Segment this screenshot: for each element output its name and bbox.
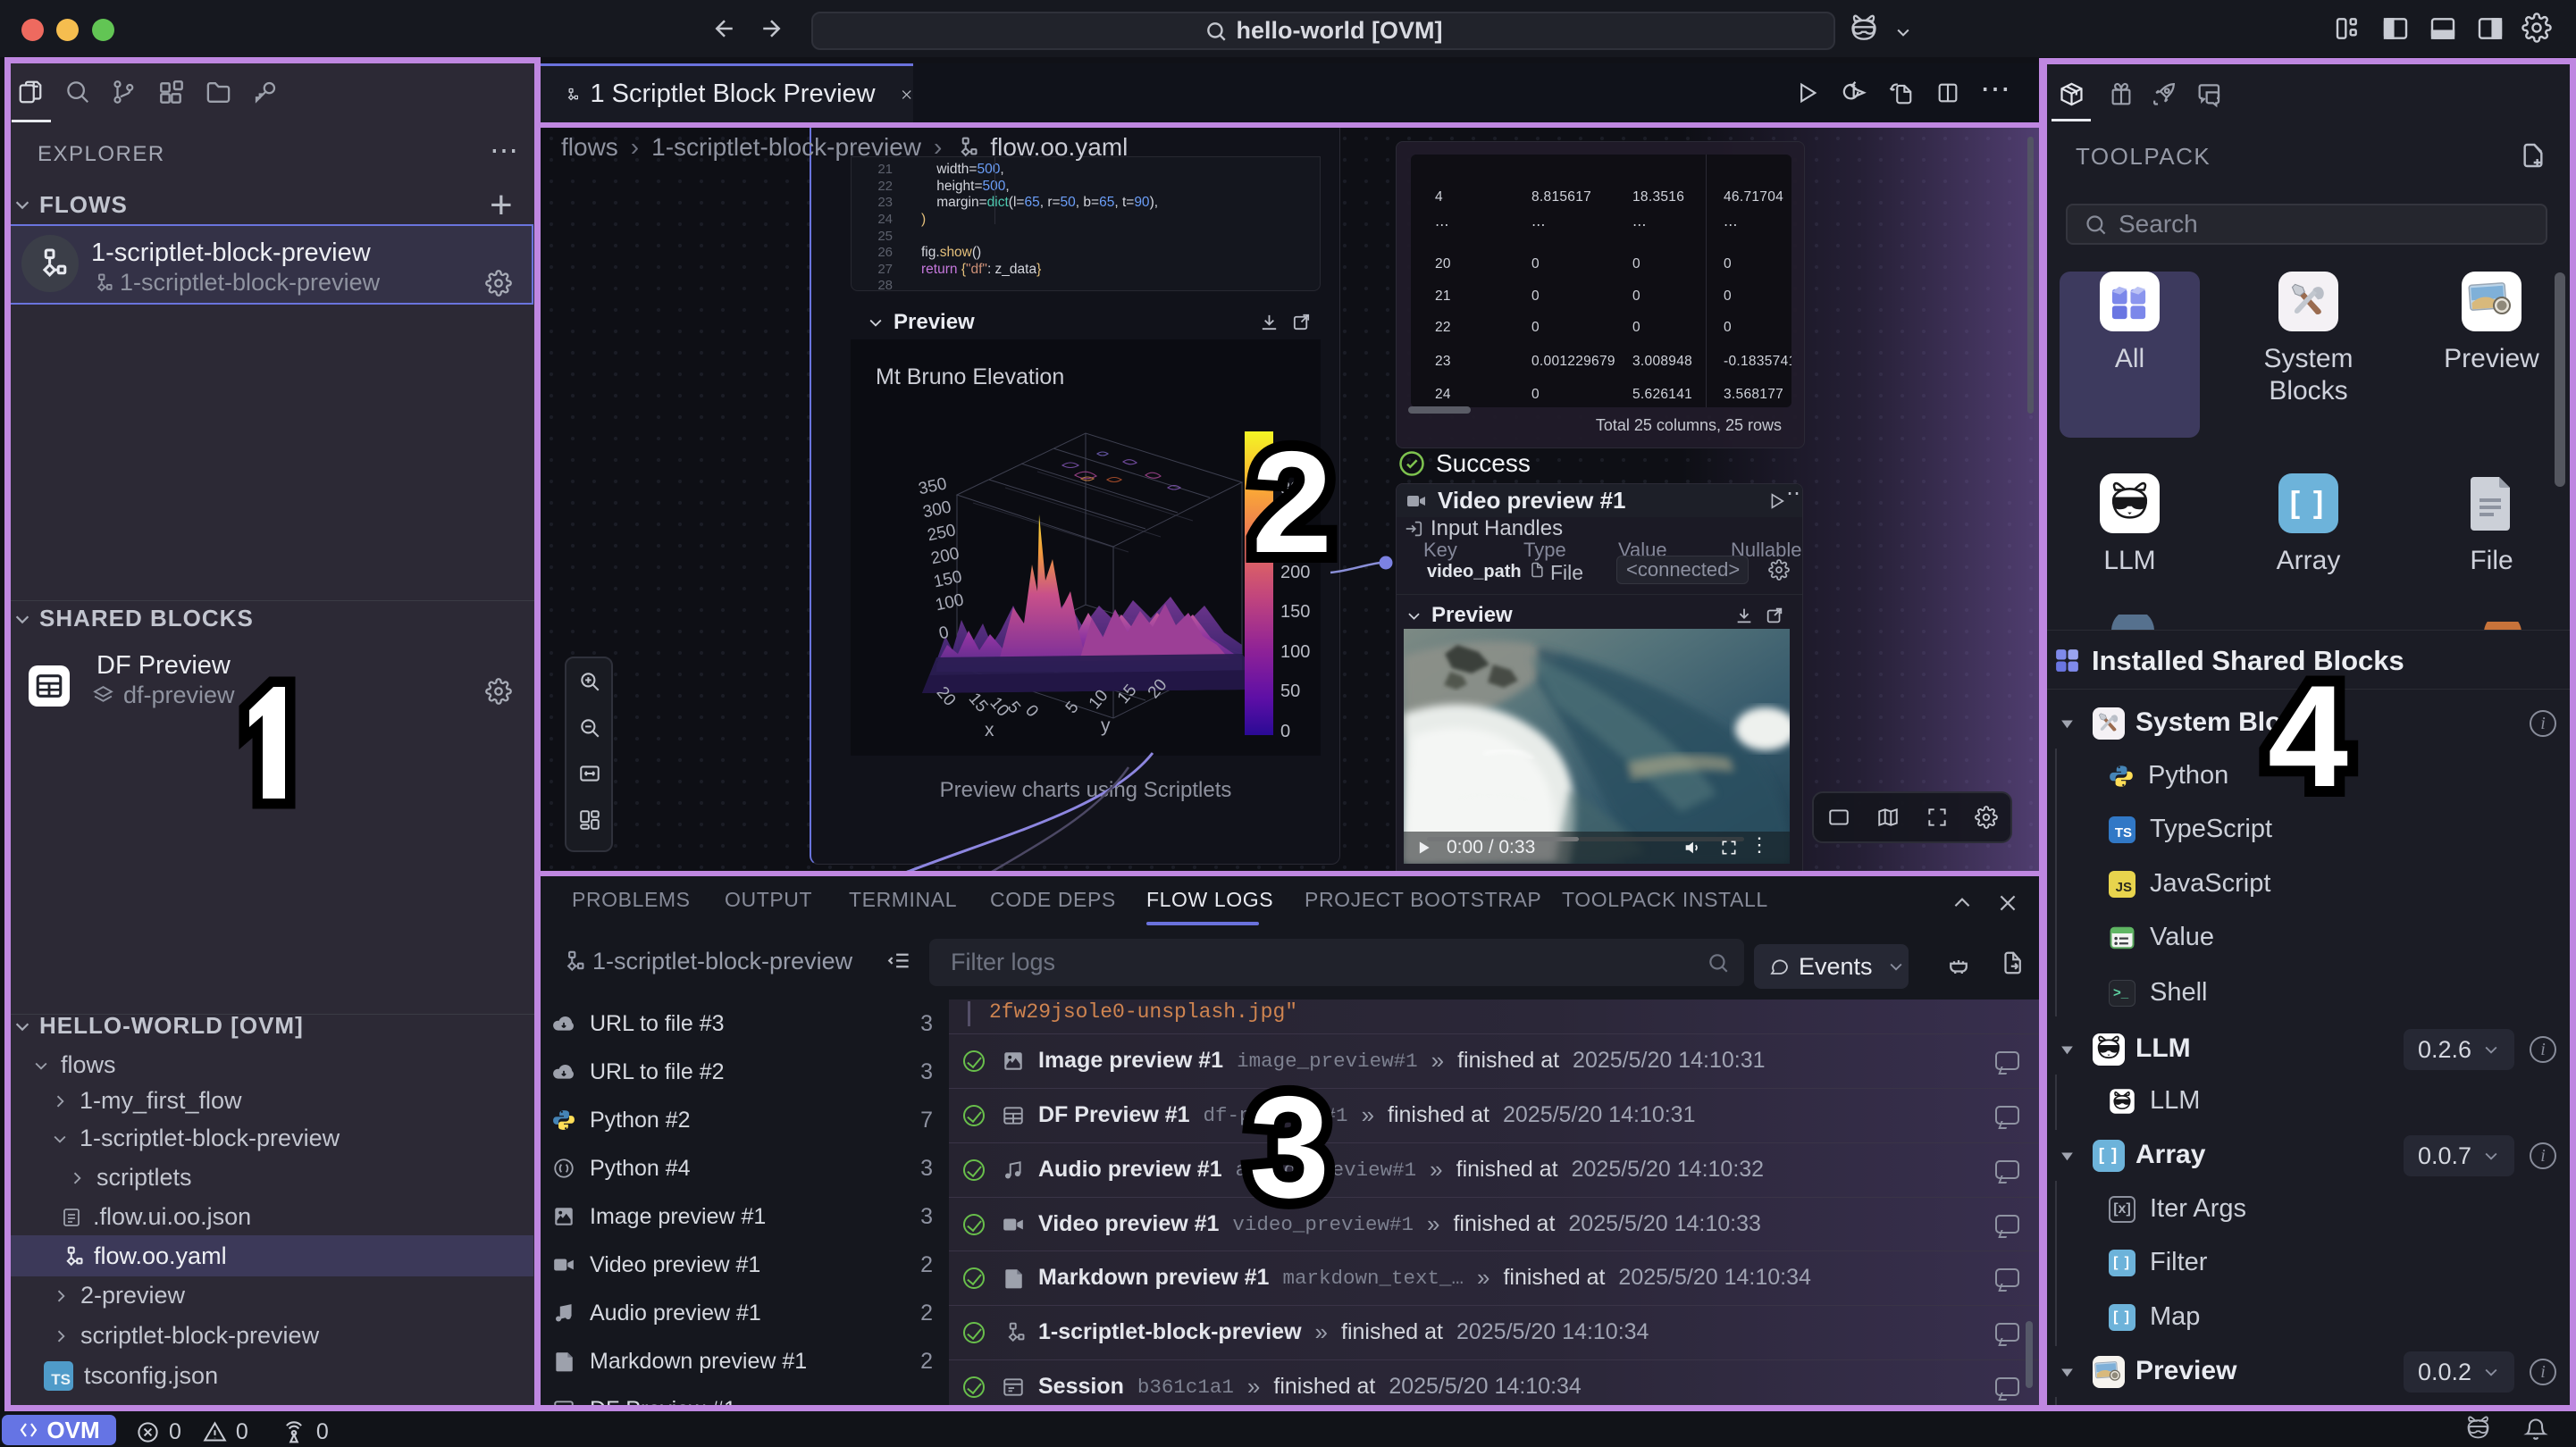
svg-text:4: 4 (2268, 656, 2348, 817)
svg-text:2: 2 (1252, 422, 1332, 583)
svg-text:3: 3 (1249, 1066, 1330, 1228)
